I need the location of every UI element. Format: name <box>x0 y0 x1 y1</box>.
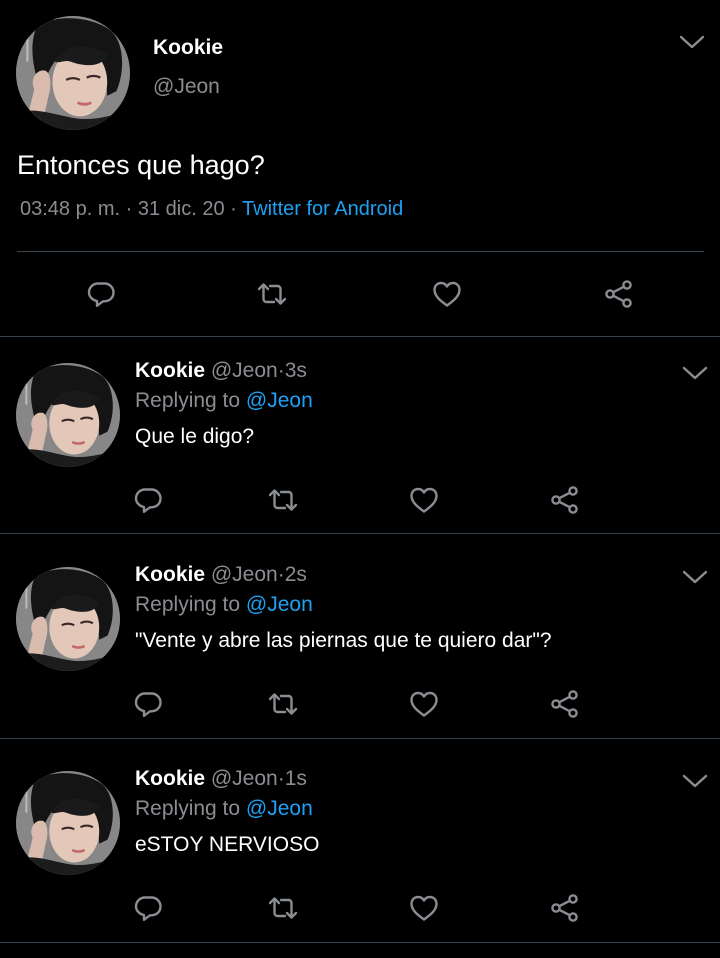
chevron-down-icon[interactable] <box>681 363 709 383</box>
main-tweet: Kookie @Jeon Entonces que hago? 03:48 p.… <box>0 0 720 336</box>
author-name[interactable]: Kookie <box>135 359 205 382</box>
tweet-time: 03:48 p. m. <box>20 198 121 220</box>
author-name[interactable]: Kookie <box>135 767 205 790</box>
meta-separator: · <box>277 359 285 382</box>
replying-label: Replying to <box>135 797 241 820</box>
tweet-source[interactable]: Twitter for Android <box>242 198 403 220</box>
share-icon[interactable] <box>603 278 635 310</box>
replying-to: Replying to @Jeon <box>135 797 313 821</box>
tweet-text: Entonces que hago? <box>17 150 265 180</box>
tweet-meta: 03:48 p. m. · 31 dic. 20 · Twitter for A… <box>20 198 403 221</box>
reply-tweet[interactable]: Kookie @Jeon·1s Replying to @Jeon eSTOY … <box>0 745 720 948</box>
reply-header: Kookie @Jeon·2s <box>135 563 307 587</box>
tweet-text: eSTOY NERVIOSO <box>135 833 320 856</box>
replying-label: Replying to <box>135 593 241 616</box>
share-icon[interactable] <box>549 892 581 924</box>
chevron-down-icon[interactable] <box>681 567 709 587</box>
author-handle[interactable]: @Jeon <box>211 767 278 790</box>
heart-icon[interactable] <box>408 892 440 924</box>
tweet-age: 3s <box>284 359 307 382</box>
reply-tweet[interactable]: Kookie @Jeon·3s Replying to @Jeon Que le… <box>0 337 720 540</box>
reply-icon[interactable] <box>132 892 164 924</box>
retweet-icon[interactable] <box>267 688 299 720</box>
chevron-down-icon[interactable] <box>678 32 706 52</box>
avatar[interactable] <box>16 363 120 467</box>
reply-header: Kookie @Jeon·3s <box>135 359 307 383</box>
heart-icon[interactable] <box>408 484 440 516</box>
tweet-age: 2s <box>284 563 307 586</box>
meta-separator: · <box>230 198 237 220</box>
author-name[interactable]: Kookie <box>153 36 223 60</box>
mention-link[interactable]: @Jeon <box>246 797 313 820</box>
meta-separator: · <box>277 563 285 586</box>
tweet-age: 1s <box>284 767 307 790</box>
retweet-icon[interactable] <box>267 484 299 516</box>
reply-icon[interactable] <box>132 484 164 516</box>
avatar[interactable] <box>16 16 130 130</box>
author-handle[interactable]: @Jeon <box>211 563 278 586</box>
divider <box>17 251 704 252</box>
heart-icon[interactable] <box>408 688 440 720</box>
meta-separator: · <box>277 767 285 790</box>
reply-icon[interactable] <box>85 278 117 310</box>
chevron-down-icon[interactable] <box>681 771 709 791</box>
mention-link[interactable]: @Jeon <box>246 389 313 412</box>
reply-tweet[interactable]: Kookie @Jeon·2s Replying to @Jeon "Vente… <box>0 541 720 744</box>
replying-to: Replying to @Jeon <box>135 389 313 413</box>
tweet-text: "Vente y abre las piernas que te quiero … <box>135 629 552 652</box>
retweet-icon[interactable] <box>267 892 299 924</box>
share-icon[interactable] <box>549 688 581 720</box>
divider <box>0 533 720 534</box>
divider <box>0 942 720 943</box>
reply-icon[interactable] <box>132 688 164 720</box>
share-icon[interactable] <box>549 484 581 516</box>
author-name[interactable]: Kookie <box>135 563 205 586</box>
avatar[interactable] <box>16 567 120 671</box>
replying-label: Replying to <box>135 389 241 412</box>
tweet-date: 31 dic. 20 <box>137 198 225 220</box>
author-handle[interactable]: @Jeon <box>211 359 278 382</box>
divider <box>0 738 720 739</box>
meta-separator: · <box>125 198 133 220</box>
mention-link[interactable]: @Jeon <box>246 593 313 616</box>
retweet-icon[interactable] <box>256 278 288 310</box>
heart-icon[interactable] <box>431 278 463 310</box>
avatar[interactable] <box>16 771 120 875</box>
author-handle[interactable]: @Jeon <box>153 75 220 99</box>
tweet-text: Que le digo? <box>135 425 255 448</box>
replying-to: Replying to @Jeon <box>135 593 313 617</box>
reply-header: Kookie @Jeon·1s <box>135 767 307 791</box>
